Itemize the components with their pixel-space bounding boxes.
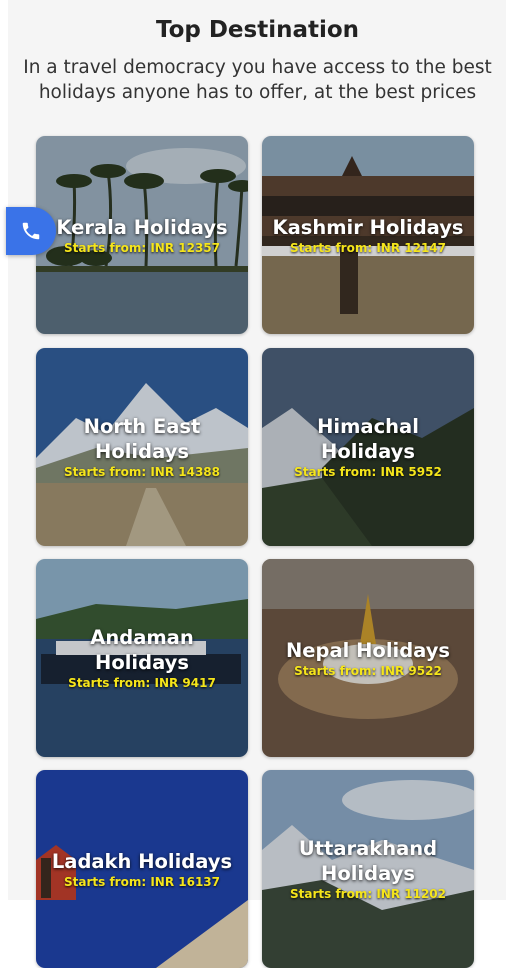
card-price: Starts from: INR 12147 <box>290 240 446 255</box>
destination-card-north-east[interactable]: North East Holidays Starts from: INR 143… <box>36 348 248 546</box>
card-title: Ladakh Holidays <box>51 849 233 873</box>
card-title: Kerala Holidays <box>56 215 228 239</box>
card-price: Starts from: INR 9522 <box>294 663 442 678</box>
destination-card-himachal[interactable]: Himachal Holidays Starts from: INR 5952 <box>262 348 474 546</box>
page-title: Top Destination <box>155 17 360 43</box>
destination-card-kashmir[interactable]: Kashmir Holidays Starts from: INR 12147 <box>262 136 474 334</box>
destination-card-andaman[interactable]: Andaman Holidays Starts from: INR 9417 <box>36 559 248 757</box>
card-title: North East Holidays <box>83 415 201 463</box>
destination-card-nepal[interactable]: Nepal Holidays Starts from: INR 9522 <box>262 559 474 757</box>
card-price: Starts from: INR 12357 <box>64 240 220 255</box>
card-title: Andaman Holidays <box>90 626 194 674</box>
card-price: Starts from: INR 9417 <box>68 676 216 690</box>
card-price: Starts from: INR 5952 <box>294 465 442 479</box>
card-price: Starts from: INR 14388 <box>64 465 220 479</box>
card-title: Himachal Holidays <box>317 415 419 463</box>
card-title: Uttarakhand Holidays <box>298 837 438 885</box>
phone-icon <box>22 222 40 240</box>
card-title: Nepal Holidays <box>285 638 451 662</box>
page-subtitle: In a travel democracy you have access to… <box>23 57 492 103</box>
destination-card-uttarakhand[interactable]: Uttarakhand Holidays Starts from: INR 11… <box>262 770 474 968</box>
call-button[interactable] <box>6 207 56 255</box>
card-price: Starts from: INR 16137 <box>64 874 220 889</box>
destination-card-ladakh[interactable]: Ladakh Holidays Starts from: INR 16137 <box>36 770 248 968</box>
destination-card-kerala[interactable]: Kerala Holidays Starts from: INR 12357 <box>36 136 248 334</box>
card-title: Kashmir Holidays <box>272 215 464 239</box>
